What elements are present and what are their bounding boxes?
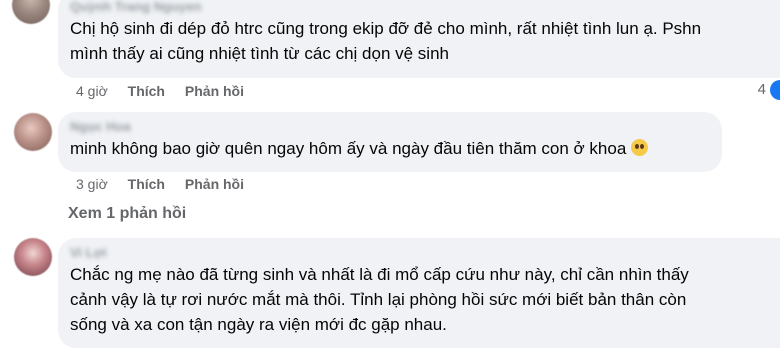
reply-button[interactable]: Phản hồi	[185, 83, 244, 99]
comment-text: Chị hộ sinh đi dép đỏ htrc cũng trong ek…	[70, 16, 768, 66]
view-replies-link[interactable]: Xem 1 phản hồi	[68, 205, 186, 223]
comment-time[interactable]: 4 giờ	[76, 83, 108, 99]
avatar[interactable]	[12, 0, 50, 24]
comment-bubble: Vi Lợi Chắc ng mẹ nào đã từng sinh và nh…	[58, 238, 780, 348]
comment-actions: 3 giờ Thích Phản hồi	[76, 176, 260, 192]
avatar[interactable]	[14, 238, 52, 276]
avatar[interactable]	[14, 113, 52, 151]
comment-text-line: mình thấy ai cũng nhiệt tình từ các chị …	[70, 44, 449, 63]
reaction-count[interactable]: 4	[758, 81, 766, 98]
comment-author[interactable]: Vi Lợi	[70, 246, 768, 260]
comment-actions: 4 giờ Thích Phản hồi	[76, 83, 260, 99]
like-button[interactable]: Thích	[128, 83, 165, 99]
comment-time[interactable]: 3 giờ	[76, 176, 108, 192]
comment-text-line: minh không bao giờ quên ngay hôm ấy và n…	[70, 139, 627, 158]
comment-bubble: Quỳnh Trang Nguyen Chị hộ sinh đi dép đỏ…	[58, 0, 780, 78]
comment-text: minh không bao giờ quên ngay hôm ấy và n…	[70, 136, 710, 161]
comment-text: Chắc ng mẹ nào đã từng sinh và nhất là đ…	[70, 262, 768, 337]
comments-section: Quỳnh Trang Nguyen Chị hộ sinh đi dép đỏ…	[0, 0, 780, 350]
comment-text-line: cảnh vậy là tự rơi nước mắt mà thôi. Tỉn…	[70, 290, 687, 309]
comment-author[interactable]: Quỳnh Trang Nguyen	[70, 0, 768, 14]
comment-text-line: Chị hộ sinh đi dép đỏ htrc cũng trong ek…	[70, 19, 702, 38]
comment-text-line: sống và xa con tận ngày ra viện mới đc g…	[70, 315, 447, 334]
comment-bubble: Ngọc Hoa minh không bao giờ quên ngay hô…	[58, 112, 722, 172]
like-reaction-icon[interactable]	[770, 80, 780, 100]
like-button[interactable]: Thích	[128, 176, 165, 192]
pleading-face-emoji-icon	[631, 139, 649, 156]
reply-button[interactable]: Phản hồi	[185, 176, 244, 192]
comment-text-line: Chắc ng mẹ nào đã từng sinh và nhất là đ…	[70, 265, 689, 284]
comment-author[interactable]: Ngọc Hoa	[70, 120, 710, 134]
